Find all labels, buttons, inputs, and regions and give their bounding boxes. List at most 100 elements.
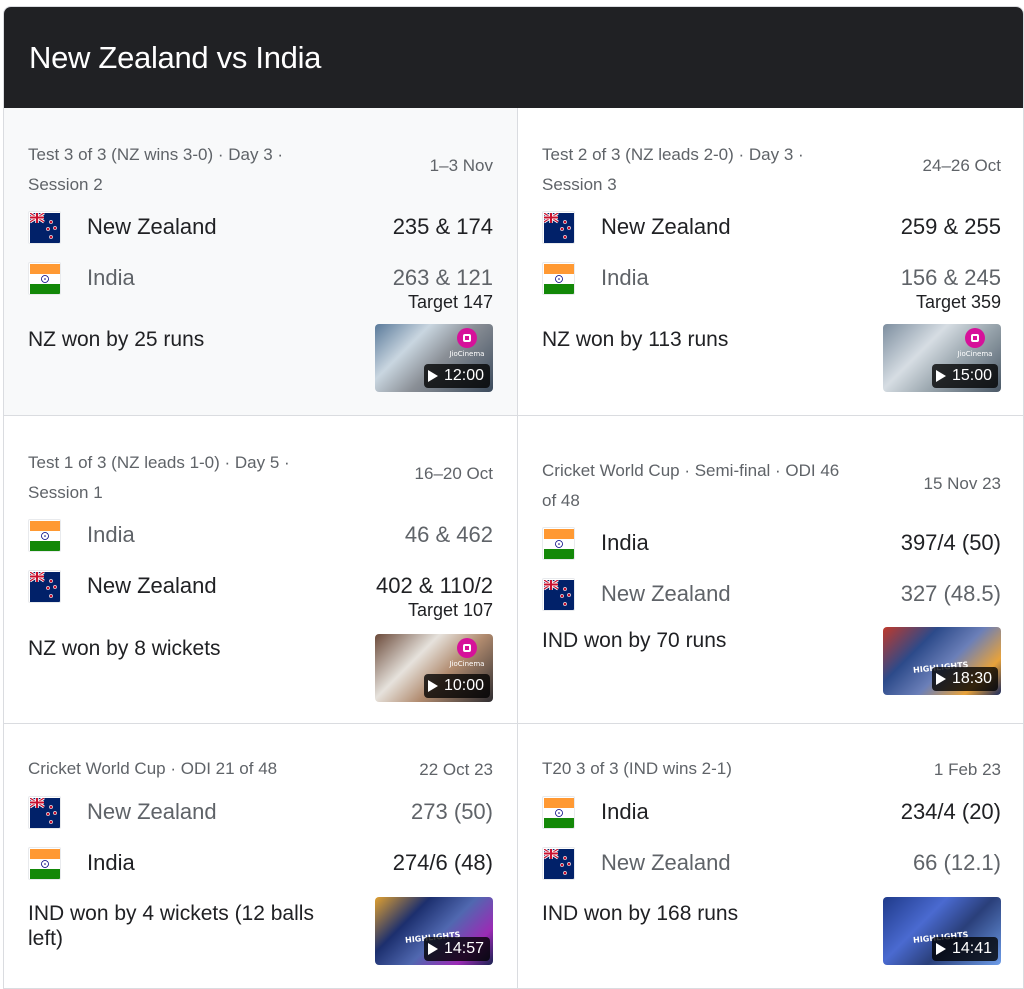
- match-result: IND won by 4 wickets (12 balls left): [28, 902, 314, 950]
- match-meta: Cricket World Cup · ODI 21 of 48: [28, 759, 278, 778]
- team-name: New Zealand: [601, 581, 731, 606]
- team-score: 46 & 462: [404, 522, 493, 547]
- team-score: 273 (50): [411, 799, 493, 824]
- match-date: 16–20 Oct: [414, 464, 493, 483]
- team-row: India 397/4 (50): [542, 526, 1001, 560]
- match-date: 24–26 Oct: [922, 156, 1001, 175]
- target-text: Target 359: [915, 292, 1001, 312]
- nz-flag-icon: [28, 569, 61, 603]
- video-duration: 14:41: [931, 937, 998, 961]
- match-card[interactable]: Cricket World Cup · ODI 21 of 48 22 Oct …: [4, 724, 518, 988]
- match-result: IND won by 168 runs: [542, 902, 739, 925]
- india-flag-icon: [28, 518, 61, 552]
- match-meta: Test 1 of 3 (NZ leads 1-0) · Day 5 · Ses…: [28, 453, 290, 502]
- play-icon: [427, 943, 438, 955]
- match-date: 1–3 Nov: [429, 156, 493, 175]
- match-card[interactable]: Cricket World Cup · Semi-final · ODI 46 …: [518, 416, 1023, 724]
- target-text: Target 107: [407, 600, 493, 620]
- match-card[interactable]: T20 3 of 3 (IND wins 2-1) 1 Feb 23 India…: [518, 724, 1023, 988]
- match-grid: Test 3 of 3 (NZ wins 3-0) · Day 3 · Sess…: [4, 108, 1023, 988]
- team-name: India: [87, 265, 135, 290]
- india-flag-icon: [542, 261, 575, 295]
- play-icon: [935, 673, 946, 685]
- team-row: New Zealand 259 & 255: [542, 210, 1001, 244]
- highlights-thumbnail[interactable]: HIGHLIGHTS 18:30: [883, 627, 1001, 695]
- team-score: 156 & 245: [900, 265, 1001, 290]
- match-card[interactable]: Test 2 of 3 (NZ leads 2-0) · Day 3 · Ses…: [518, 108, 1023, 416]
- match-meta: Test 3 of 3 (NZ wins 3-0) · Day 3 · Sess…: [28, 145, 284, 194]
- play-icon: [427, 370, 438, 382]
- team-score: 327 (48.5): [900, 581, 1001, 606]
- match-result: NZ won by 113 runs: [542, 328, 729, 351]
- matches-card: New Zealand vs India Test 3 of 3 (NZ win…: [3, 6, 1024, 989]
- team-score: 397/4 (50): [900, 530, 1001, 555]
- match-date: 15 Nov 23: [923, 474, 1002, 493]
- highlights-thumbnail[interactable]: HIGHLIGHTS 14:41: [883, 897, 1001, 965]
- team-row: New Zealand 235 & 174: [28, 210, 493, 244]
- team-name: India: [87, 522, 135, 547]
- highlights-thumbnail[interactable]: JioCinema 12:00: [375, 324, 493, 392]
- nz-flag-icon: [542, 210, 575, 244]
- play-icon: [935, 370, 946, 382]
- team-row: New Zealand 273 (50): [28, 795, 493, 829]
- highlights-thumbnail[interactable]: HIGHLIGHTS 14:57: [375, 897, 493, 965]
- target-text: Target 147: [407, 292, 493, 312]
- team-name: New Zealand: [601, 850, 731, 875]
- team-name: New Zealand: [87, 214, 217, 239]
- nz-flag-icon: [542, 577, 575, 611]
- team-score: 235 & 174: [392, 214, 493, 239]
- highlights-thumbnail[interactable]: JioCinema 10:00: [375, 634, 493, 702]
- india-flag-icon: [542, 795, 575, 829]
- team-name: India: [601, 799, 649, 824]
- team-name: India: [87, 850, 135, 875]
- team-name: New Zealand: [87, 799, 217, 824]
- team-row: India 274/6 (48): [28, 846, 493, 880]
- india-flag-icon: [28, 846, 61, 880]
- match-meta: Test 2 of 3 (NZ leads 2-0) · Day 3 · Ses…: [542, 145, 804, 194]
- match-result: IND won by 70 runs: [542, 629, 727, 652]
- nz-flag-icon: [542, 846, 575, 880]
- team-score: 274/6 (48): [392, 850, 493, 875]
- team-row: New Zealand 402 & 110/2: [28, 569, 493, 603]
- match-card[interactable]: Test 3 of 3 (NZ wins 3-0) · Day 3 · Sess…: [4, 108, 518, 416]
- play-icon: [935, 943, 946, 955]
- match-date: 22 Oct 23: [419, 760, 493, 779]
- team-row: New Zealand 327 (48.5): [542, 577, 1001, 611]
- team-name: New Zealand: [601, 214, 731, 239]
- nz-flag-icon: [28, 210, 61, 244]
- jiocinema-badge: JioCinema: [953, 328, 997, 364]
- jiocinema-badge: JioCinema: [445, 328, 489, 364]
- match-date: 1 Feb 23: [933, 760, 1001, 779]
- card-header: New Zealand vs India: [4, 7, 1023, 108]
- india-flag-icon: [542, 526, 575, 560]
- team-score: 234/4 (20): [900, 799, 1001, 824]
- jiocinema-badge: JioCinema: [445, 638, 489, 674]
- video-duration: 10:00: [423, 674, 490, 698]
- team-name: India: [601, 530, 649, 555]
- team-score: 402 & 110/2: [375, 573, 493, 598]
- team-row: New Zealand 66 (12.1): [542, 846, 1001, 880]
- page-title: New Zealand vs India: [29, 39, 322, 75]
- match-card[interactable]: Test 1 of 3 (NZ leads 1-0) · Day 5 · Ses…: [4, 416, 518, 724]
- team-name: India: [601, 265, 649, 290]
- video-duration: 15:00: [931, 364, 998, 388]
- match-meta: Cricket World Cup · Semi-final · ODI 46 …: [542, 461, 840, 510]
- highlights-thumbnail[interactable]: JioCinema 15:00: [883, 324, 1001, 392]
- match-result: NZ won by 8 wickets: [28, 637, 221, 660]
- team-row: India 46 & 462: [28, 518, 493, 552]
- match-meta: T20 3 of 3 (IND wins 2-1): [542, 759, 732, 778]
- team-score: 263 & 121: [392, 265, 493, 290]
- team-score: 66 (12.1): [912, 850, 1001, 875]
- play-icon: [427, 680, 438, 692]
- video-duration: 14:57: [423, 937, 490, 961]
- india-flag-icon: [28, 261, 61, 295]
- match-result: NZ won by 25 runs: [28, 328, 205, 351]
- video-duration: 12:00: [423, 364, 490, 388]
- team-score: 259 & 255: [900, 214, 1001, 239]
- team-row: India 156 & 245: [542, 261, 1001, 295]
- team-row: India 234/4 (20): [542, 795, 1001, 829]
- video-duration: 18:30: [931, 667, 998, 691]
- team-row: India 263 & 121: [28, 261, 493, 295]
- nz-flag-icon: [28, 795, 61, 829]
- team-name: New Zealand: [87, 573, 217, 598]
